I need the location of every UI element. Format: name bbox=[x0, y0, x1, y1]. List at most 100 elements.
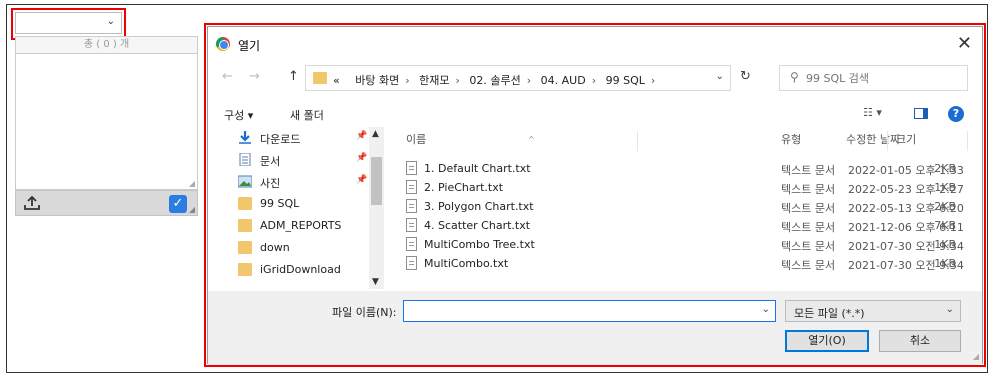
resize-grip-icon[interactable]: ◢ bbox=[189, 179, 195, 188]
folder-icon bbox=[238, 197, 252, 210]
breadcrumb-item[interactable]: 02. 솔루션 bbox=[469, 74, 520, 87]
column-header-size[interactable]: 크기 bbox=[888, 131, 968, 151]
document-icon bbox=[239, 153, 251, 166]
file-name: 1. Default Chart.txt bbox=[424, 162, 531, 175]
help-icon[interactable]: ? bbox=[948, 106, 964, 122]
address-row: ← → ↑ « 바탕 화면 › 한재모 › 02. 솔루션 › 04. AUD › 99… bbox=[208, 63, 982, 91]
file-type-value: 모든 파일 (*.*) bbox=[794, 307, 865, 320]
file-list-area[interactable]: ◢ bbox=[15, 54, 198, 190]
pin-icon[interactable]: 📌 bbox=[356, 153, 367, 163]
upload-icon[interactable] bbox=[23, 195, 41, 211]
chevron-down-icon[interactable]: ⌄ bbox=[716, 71, 724, 82]
file-size: 1KB bbox=[934, 238, 956, 251]
text-file-icon bbox=[406, 237, 417, 251]
nav-item-label: 사진 bbox=[260, 177, 281, 190]
file-size: 1KB bbox=[934, 181, 956, 194]
search-box[interactable]: ⚲ bbox=[779, 65, 968, 91]
filename-label: 파일 이름(N): bbox=[332, 306, 397, 319]
preview-pane-icon[interactable] bbox=[914, 108, 928, 119]
file-type: 텍스트 문서 bbox=[781, 221, 836, 234]
file-size: 2KB bbox=[934, 162, 956, 175]
file-type-select[interactable]: 모든 파일 (*.*) ⌄ bbox=[785, 300, 961, 322]
column-header-type[interactable]: 유형 bbox=[773, 131, 888, 151]
confirm-check-button[interactable]: ✓ bbox=[169, 195, 187, 213]
download-arrow-icon bbox=[239, 131, 251, 144]
close-icon[interactable]: ✕ bbox=[957, 33, 972, 54]
file-list-extra-columns: 유형 크기 텍스트 문서 텍스트 문서 텍스트 문서 텍스트 문서 텍스트 문서… bbox=[773, 127, 978, 289]
open-button[interactable]: 열기(O) bbox=[785, 330, 869, 352]
upload-toolbar: ✓ ◢ bbox=[15, 190, 198, 216]
text-file-icon bbox=[406, 161, 417, 175]
text-file-icon bbox=[406, 180, 417, 194]
back-arrow-icon[interactable]: ← bbox=[222, 69, 233, 84]
breadcrumb-separator-icon: › bbox=[591, 74, 597, 87]
picture-icon bbox=[238, 175, 252, 188]
folder-icon bbox=[238, 241, 252, 254]
cancel-button[interactable]: 취소 bbox=[879, 330, 961, 352]
pin-icon[interactable]: 📌 bbox=[356, 175, 367, 185]
file-count-label: 총 ( 0 ) 개 bbox=[15, 36, 198, 54]
file-name: 2. PieChart.txt bbox=[424, 181, 504, 194]
filename-field[interactable]: ⌄ bbox=[403, 300, 776, 322]
nav-item-label: ADM_REPORTS bbox=[260, 219, 342, 232]
new-folder-button[interactable]: 새 폴더 bbox=[290, 107, 324, 123]
file-type: 텍스트 문서 bbox=[781, 164, 836, 177]
nav-scrollbar[interactable]: ▲ ▼ bbox=[369, 127, 384, 289]
breadcrumb-separator-icon: › bbox=[650, 74, 656, 87]
text-file-icon bbox=[406, 256, 417, 270]
breadcrumb-separator-icon: › bbox=[455, 74, 460, 87]
nav-item-label: down bbox=[260, 241, 290, 254]
nav-item-label: 문서 bbox=[260, 155, 281, 168]
breadcrumb-item[interactable]: 한재모 bbox=[419, 74, 449, 87]
folder-icon bbox=[238, 219, 252, 232]
file-size: 1KB bbox=[934, 257, 956, 270]
column-header-label: 이름 bbox=[406, 133, 427, 146]
dialog-title: 열기 bbox=[238, 39, 261, 53]
resize-grip-icon[interactable]: ◢ bbox=[189, 205, 195, 214]
column-header-label: 크기 bbox=[896, 133, 917, 146]
scroll-up-icon[interactable]: ▲ bbox=[372, 129, 379, 139]
scroll-thumb[interactable] bbox=[371, 157, 382, 205]
breadcrumb: « 바탕 화면 › 한재모 › 02. 솔루션 › 04. AUD › 99 SQL › bbox=[333, 72, 661, 88]
open-file-dialog: 열기 ✕ ← → ↑ « 바탕 화면 › 한재모 › 02. 솔루션 › 04. AU… bbox=[207, 26, 983, 365]
column-header-label: 유형 bbox=[781, 133, 802, 146]
breadcrumb-separator-icon: › bbox=[405, 74, 410, 87]
text-file-icon bbox=[406, 199, 417, 213]
breadcrumb-item[interactable]: 04. AUD bbox=[541, 74, 586, 87]
file-type: 텍스트 문서 bbox=[781, 240, 836, 253]
file-type: 텍스트 문서 bbox=[781, 202, 836, 215]
address-bar[interactable]: « 바탕 화면 › 한재모 › 02. 솔루션 › 04. AUD › 99 SQL › … bbox=[305, 65, 731, 91]
breadcrumb-item[interactable]: 99 SQL bbox=[606, 74, 645, 87]
folder-icon bbox=[313, 72, 327, 84]
file-size: 7KB bbox=[934, 219, 956, 232]
forward-arrow-icon[interactable]: → bbox=[249, 69, 260, 84]
organize-button[interactable]: 구성 ▾ bbox=[224, 107, 253, 123]
chevron-down-icon: ⌄ bbox=[945, 304, 954, 315]
dialog-titlebar: 열기 ✕ bbox=[208, 27, 982, 59]
resize-grip-icon[interactable]: ◢ bbox=[973, 352, 979, 361]
file-type: 텍스트 문서 bbox=[781, 259, 836, 272]
navigation-pane: 다운로드 📌 문서 📌 사진 📌 99 SQL ADM_REPORTS down bbox=[208, 127, 384, 289]
nav-item-label: 99 SQL bbox=[260, 197, 300, 210]
column-header-name[interactable]: 이름 ^ bbox=[398, 131, 638, 151]
breadcrumb-item[interactable]: 바탕 화면 bbox=[355, 74, 399, 87]
breadcrumb-overflow[interactable]: « bbox=[333, 74, 340, 87]
breadcrumb-separator-icon: › bbox=[526, 74, 532, 87]
search-icon: ⚲ bbox=[790, 70, 799, 84]
command-bar: 구성 ▾ 새 폴더 ☷ ▾ ? bbox=[208, 101, 982, 127]
view-options-icon[interactable]: ☷ ▾ bbox=[863, 106, 882, 119]
refresh-icon[interactable]: ↻ bbox=[740, 69, 751, 84]
chevron-down-icon[interactable]: ⌄ bbox=[762, 304, 770, 315]
file-name: MultiCombo Tree.txt bbox=[424, 238, 535, 251]
file-name: MultiCombo.txt bbox=[424, 257, 509, 270]
search-input[interactable] bbox=[806, 69, 964, 87]
scroll-down-icon[interactable]: ▼ bbox=[372, 277, 379, 287]
text-file-icon bbox=[406, 218, 417, 232]
file-type: 텍스트 문서 bbox=[781, 183, 836, 196]
file-name: 3. Polygon Chart.txt bbox=[424, 200, 534, 213]
up-arrow-icon[interactable]: ↑ bbox=[288, 69, 299, 84]
file-size: 2KB bbox=[934, 200, 956, 213]
folder-icon bbox=[238, 263, 252, 276]
pin-icon[interactable]: 📌 bbox=[356, 131, 367, 141]
sort-caret-icon: ^ bbox=[528, 135, 535, 144]
